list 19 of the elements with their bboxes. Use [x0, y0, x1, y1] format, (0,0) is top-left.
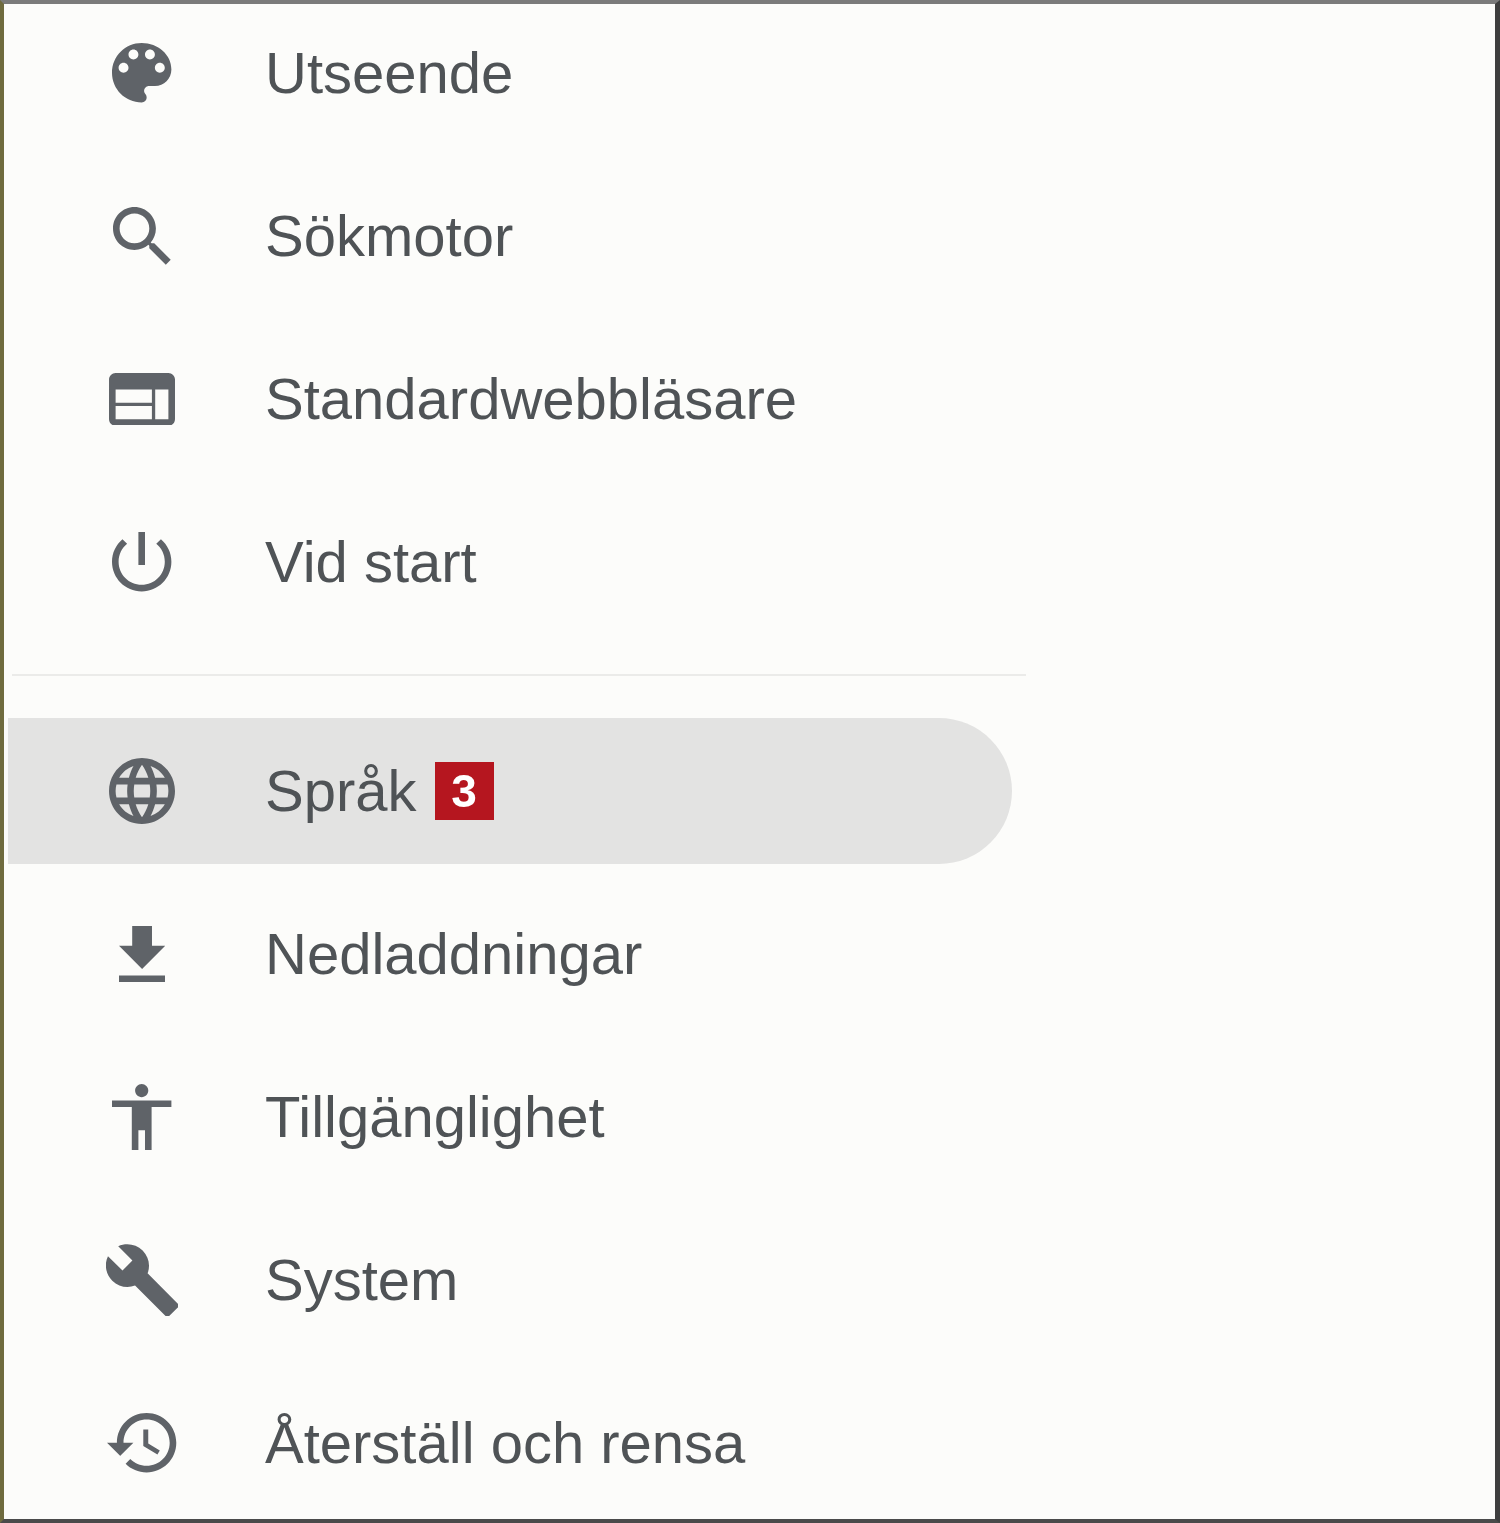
sidebar-item[interactable]: System	[8, 1207, 1012, 1353]
sidebar-item[interactable]: Sökmotor	[8, 163, 1012, 309]
download-icon	[118, 925, 166, 983]
sidebar-item[interactable]: Nedladdningar	[8, 881, 1012, 1027]
power-icon	[112, 532, 172, 592]
search-icon	[113, 207, 171, 265]
sidebar-item[interactable]: Återställ och rensa	[8, 1370, 1012, 1516]
browser-window-icon	[109, 372, 175, 426]
sidebar-item[interactable]: Språk 3	[8, 718, 1012, 864]
wrench-icon	[105, 1243, 179, 1317]
sidebar-item[interactable]: Tillgänglighet	[8, 1044, 1012, 1190]
accessibility-icon	[112, 1084, 172, 1150]
count-badge: 3	[434, 762, 494, 820]
globe-icon	[109, 758, 175, 824]
sidebar-item[interactable]: Vid start	[8, 489, 1012, 635]
palette-icon	[112, 43, 172, 103]
sidebar-item[interactable]: Standardwebbläsare	[8, 326, 1012, 472]
history-icon	[107, 1413, 177, 1473]
sidebar-item[interactable]: Utseende	[8, 4, 1012, 146]
